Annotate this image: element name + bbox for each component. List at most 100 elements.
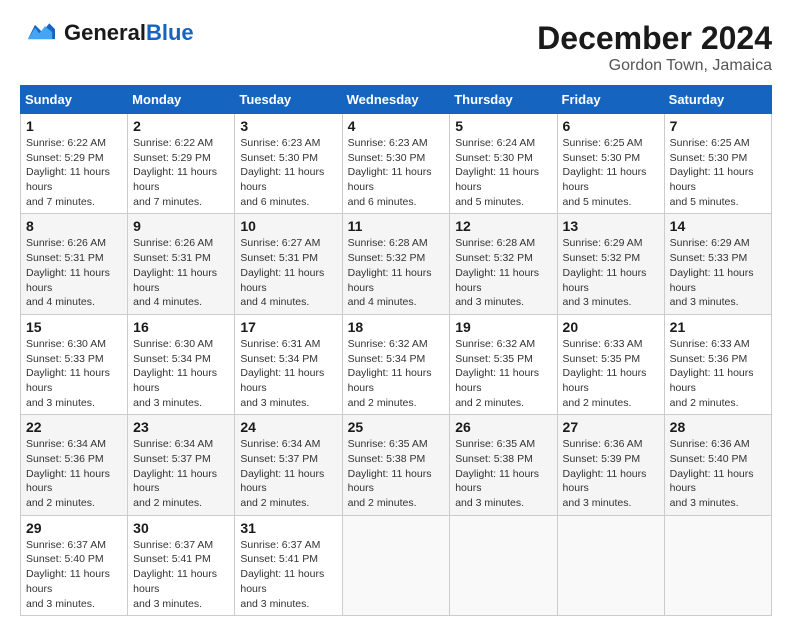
weekday-header: Monday	[128, 86, 235, 114]
day-info: Sunrise: 6:36 AMSunset: 5:40 PMDaylight:…	[670, 437, 766, 510]
calendar-cell: 8 Sunrise: 6:26 AMSunset: 5:31 PMDayligh…	[21, 214, 128, 314]
day-info: Sunrise: 6:34 AMSunset: 5:37 PMDaylight:…	[240, 437, 336, 510]
calendar-cell: 28 Sunrise: 6:36 AMSunset: 5:40 PMDaylig…	[664, 415, 771, 515]
calendar-cell: 24 Sunrise: 6:34 AMSunset: 5:37 PMDaylig…	[235, 415, 342, 515]
calendar-cell: 27 Sunrise: 6:36 AMSunset: 5:39 PMDaylig…	[557, 415, 664, 515]
day-info: Sunrise: 6:35 AMSunset: 5:38 PMDaylight:…	[455, 437, 551, 510]
calendar-table: SundayMondayTuesdayWednesdayThursdayFrid…	[20, 85, 772, 616]
day-number: 19	[455, 319, 551, 335]
calendar-cell: 15 Sunrise: 6:30 AMSunset: 5:33 PMDaylig…	[21, 314, 128, 414]
calendar-cell: 4 Sunrise: 6:23 AMSunset: 5:30 PMDayligh…	[342, 114, 450, 214]
logo-general: General	[64, 20, 146, 45]
day-number: 10	[240, 218, 336, 234]
day-number: 29	[26, 520, 122, 536]
calendar-cell: 31 Sunrise: 6:37 AMSunset: 5:41 PMDaylig…	[235, 515, 342, 615]
calendar-cell: 21 Sunrise: 6:33 AMSunset: 5:36 PMDaylig…	[664, 314, 771, 414]
day-info: Sunrise: 6:37 AMSunset: 5:40 PMDaylight:…	[26, 538, 122, 611]
calendar-cell	[342, 515, 450, 615]
day-number: 6	[563, 118, 659, 134]
day-number: 28	[670, 419, 766, 435]
day-number: 16	[133, 319, 229, 335]
weekday-header: Thursday	[450, 86, 557, 114]
logo-icon	[20, 22, 60, 42]
location: Gordon Town, Jamaica	[537, 57, 772, 75]
calendar-week-row: 15 Sunrise: 6:30 AMSunset: 5:33 PMDaylig…	[21, 314, 772, 414]
calendar-cell: 3 Sunrise: 6:23 AMSunset: 5:30 PMDayligh…	[235, 114, 342, 214]
page-header: GeneralBlue December 2024 Gordon Town, J…	[20, 20, 772, 75]
day-info: Sunrise: 6:25 AMSunset: 5:30 PMDaylight:…	[563, 136, 659, 209]
day-info: Sunrise: 6:26 AMSunset: 5:31 PMDaylight:…	[26, 236, 122, 309]
calendar-week-row: 22 Sunrise: 6:34 AMSunset: 5:36 PMDaylig…	[21, 415, 772, 515]
calendar-cell: 16 Sunrise: 6:30 AMSunset: 5:34 PMDaylig…	[128, 314, 235, 414]
calendar-cell: 2 Sunrise: 6:22 AMSunset: 5:29 PMDayligh…	[128, 114, 235, 214]
day-info: Sunrise: 6:33 AMSunset: 5:35 PMDaylight:…	[563, 337, 659, 410]
day-info: Sunrise: 6:23 AMSunset: 5:30 PMDaylight:…	[240, 136, 336, 209]
day-number: 7	[670, 118, 766, 134]
calendar-cell	[664, 515, 771, 615]
day-number: 23	[133, 419, 229, 435]
calendar-cell	[450, 515, 557, 615]
day-info: Sunrise: 6:26 AMSunset: 5:31 PMDaylight:…	[133, 236, 229, 309]
calendar-cell: 10 Sunrise: 6:27 AMSunset: 5:31 PMDaylig…	[235, 214, 342, 314]
day-info: Sunrise: 6:23 AMSunset: 5:30 PMDaylight:…	[348, 136, 445, 209]
day-info: Sunrise: 6:29 AMSunset: 5:32 PMDaylight:…	[563, 236, 659, 309]
day-number: 26	[455, 419, 551, 435]
calendar-cell: 25 Sunrise: 6:35 AMSunset: 5:38 PMDaylig…	[342, 415, 450, 515]
calendar-cell: 9 Sunrise: 6:26 AMSunset: 5:31 PMDayligh…	[128, 214, 235, 314]
day-number: 13	[563, 218, 659, 234]
day-info: Sunrise: 6:29 AMSunset: 5:33 PMDaylight:…	[670, 236, 766, 309]
calendar-cell: 26 Sunrise: 6:35 AMSunset: 5:38 PMDaylig…	[450, 415, 557, 515]
title-block: December 2024 Gordon Town, Jamaica	[537, 20, 772, 75]
calendar-cell: 14 Sunrise: 6:29 AMSunset: 5:33 PMDaylig…	[664, 214, 771, 314]
day-number: 1	[26, 118, 122, 134]
day-info: Sunrise: 6:28 AMSunset: 5:32 PMDaylight:…	[348, 236, 445, 309]
day-info: Sunrise: 6:37 AMSunset: 5:41 PMDaylight:…	[133, 538, 229, 611]
day-info: Sunrise: 6:32 AMSunset: 5:35 PMDaylight:…	[455, 337, 551, 410]
day-info: Sunrise: 6:30 AMSunset: 5:34 PMDaylight:…	[133, 337, 229, 410]
day-number: 14	[670, 218, 766, 234]
calendar-cell: 18 Sunrise: 6:32 AMSunset: 5:34 PMDaylig…	[342, 314, 450, 414]
calendar-cell: 20 Sunrise: 6:33 AMSunset: 5:35 PMDaylig…	[557, 314, 664, 414]
calendar-cell: 6 Sunrise: 6:25 AMSunset: 5:30 PMDayligh…	[557, 114, 664, 214]
day-number: 25	[348, 419, 445, 435]
calendar-cell: 19 Sunrise: 6:32 AMSunset: 5:35 PMDaylig…	[450, 314, 557, 414]
day-number: 11	[348, 218, 445, 234]
day-number: 20	[563, 319, 659, 335]
day-info: Sunrise: 6:24 AMSunset: 5:30 PMDaylight:…	[455, 136, 551, 209]
day-info: Sunrise: 6:32 AMSunset: 5:34 PMDaylight:…	[348, 337, 445, 410]
month-title: December 2024	[537, 20, 772, 57]
day-number: 2	[133, 118, 229, 134]
day-info: Sunrise: 6:33 AMSunset: 5:36 PMDaylight:…	[670, 337, 766, 410]
day-number: 4	[348, 118, 445, 134]
day-number: 24	[240, 419, 336, 435]
day-number: 30	[133, 520, 229, 536]
day-number: 8	[26, 218, 122, 234]
calendar-week-row: 29 Sunrise: 6:37 AMSunset: 5:40 PMDaylig…	[21, 515, 772, 615]
day-number: 12	[455, 218, 551, 234]
day-number: 18	[348, 319, 445, 335]
calendar-cell: 1 Sunrise: 6:22 AMSunset: 5:29 PMDayligh…	[21, 114, 128, 214]
day-info: Sunrise: 6:34 AMSunset: 5:37 PMDaylight:…	[133, 437, 229, 510]
logo-blue: Blue	[146, 20, 194, 45]
calendar-cell: 12 Sunrise: 6:28 AMSunset: 5:32 PMDaylig…	[450, 214, 557, 314]
day-number: 3	[240, 118, 336, 134]
day-info: Sunrise: 6:36 AMSunset: 5:39 PMDaylight:…	[563, 437, 659, 510]
calendar-cell: 22 Sunrise: 6:34 AMSunset: 5:36 PMDaylig…	[21, 415, 128, 515]
day-info: Sunrise: 6:37 AMSunset: 5:41 PMDaylight:…	[240, 538, 336, 611]
weekday-header: Sunday	[21, 86, 128, 114]
day-number: 21	[670, 319, 766, 335]
day-info: Sunrise: 6:27 AMSunset: 5:31 PMDaylight:…	[240, 236, 336, 309]
day-info: Sunrise: 6:22 AMSunset: 5:29 PMDaylight:…	[26, 136, 122, 209]
day-number: 17	[240, 319, 336, 335]
day-number: 27	[563, 419, 659, 435]
weekday-header: Saturday	[664, 86, 771, 114]
weekday-header: Wednesday	[342, 86, 450, 114]
calendar-cell: 11 Sunrise: 6:28 AMSunset: 5:32 PMDaylig…	[342, 214, 450, 314]
calendar-cell: 7 Sunrise: 6:25 AMSunset: 5:30 PMDayligh…	[664, 114, 771, 214]
calendar-cell	[557, 515, 664, 615]
day-info: Sunrise: 6:28 AMSunset: 5:32 PMDaylight:…	[455, 236, 551, 309]
day-number: 22	[26, 419, 122, 435]
day-info: Sunrise: 6:22 AMSunset: 5:29 PMDaylight:…	[133, 136, 229, 209]
calendar-cell: 13 Sunrise: 6:29 AMSunset: 5:32 PMDaylig…	[557, 214, 664, 314]
day-number: 5	[455, 118, 551, 134]
